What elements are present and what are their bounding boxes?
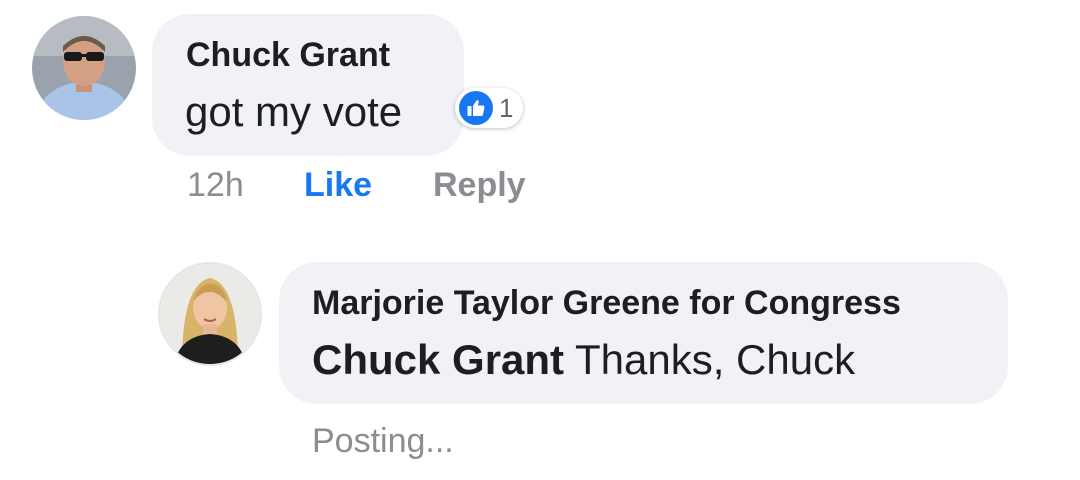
reply-button[interactable]: Reply [433,166,526,205]
mention-link[interactable]: Chuck Grant [312,336,564,383]
thumbs-up-icon [459,91,493,125]
posting-status: Posting... [312,422,454,460]
comment-text: got my vote [185,88,403,135]
reaction-summary[interactable]: 1 [455,88,524,128]
like-button[interactable]: Like [304,166,372,205]
commenter-avatar[interactable] [32,16,136,120]
reaction-count: 1 [499,92,514,123]
reply-message: Thanks, Chuck [564,336,856,383]
comment-author[interactable]: Chuck Grant [186,36,390,75]
reply-avatar[interactable] [158,262,262,366]
comment-timestamp[interactable]: 12h [187,166,244,205]
reply-text: Chuck Grant Thanks, Chuck [312,336,855,384]
reply-author[interactable]: Marjorie Taylor Greene for Congress [312,284,901,323]
